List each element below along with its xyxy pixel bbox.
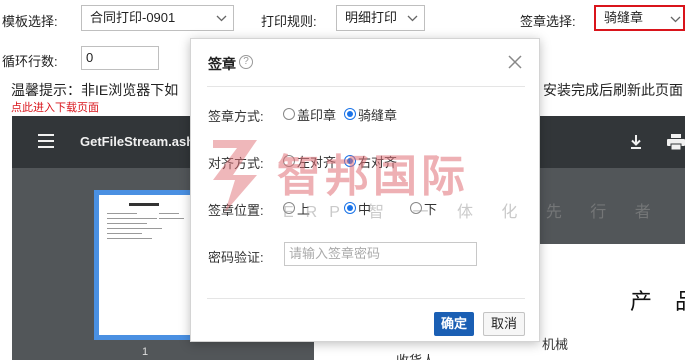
seal-select-label: 签章选择:	[520, 14, 576, 29]
seal-select-value: 骑缝章	[604, 10, 644, 25]
chevron-down-icon	[406, 6, 418, 30]
pdf-page-text: 机械	[542, 337, 569, 352]
cancel-button[interactable]: 取消	[483, 312, 525, 336]
help-icon[interactable]: ?	[239, 55, 253, 69]
pdf-file-title: GetFileStream.ash	[80, 134, 195, 149]
menu-icon[interactable]	[38, 134, 54, 148]
print-icon[interactable]	[666, 134, 685, 150]
template-select-value: 合同打印-0901	[90, 10, 176, 25]
password-label: 密码验证:	[208, 250, 264, 265]
page-thumbnail-number: 1	[142, 346, 149, 358]
notice-text-left: 温馨提示：非IE浏览器下如	[11, 82, 179, 98]
pdf-page-heading: 产 品	[630, 290, 685, 315]
notice-text-right: 安装完成后刷新此页面	[543, 82, 683, 98]
download-page-link[interactable]: 点此进入下载页面	[11, 99, 99, 115]
seal-select[interactable]: 骑缝章	[594, 5, 685, 31]
page-thumbnail[interactable]	[94, 190, 204, 340]
page-thumbnail-preview	[99, 195, 199, 335]
print-rule-label: 打印规则:	[261, 14, 317, 29]
print-rule-select[interactable]: 明细打印	[336, 5, 425, 31]
radio-label: 盖印章	[297, 107, 337, 123]
download-icon[interactable]	[628, 134, 644, 150]
loop-rows-input[interactable]: 0	[81, 46, 159, 70]
chevron-down-icon	[215, 6, 227, 30]
confirm-button[interactable]: 确定	[434, 312, 474, 336]
chevron-down-icon	[669, 7, 681, 31]
dialog-title: 签章	[208, 56, 236, 72]
close-icon[interactable]	[507, 54, 523, 70]
radio-button-icon	[344, 108, 356, 120]
watermark-slogan: ERP 智 一 体 化 先 行 者	[283, 204, 663, 221]
template-select[interactable]: 合同打印-0901	[81, 5, 234, 31]
loop-rows-label: 循环行数:	[2, 54, 58, 69]
watermark-text: 智邦国际	[277, 152, 469, 201]
divider	[207, 298, 525, 299]
watermark-logo-icon	[213, 140, 257, 212]
seal-password-input[interactable]: 请输入签章密码	[284, 242, 477, 266]
radio-perforation-seal[interactable]: 骑缝章	[344, 106, 398, 123]
template-select-label: 模板选择:	[2, 14, 58, 29]
pdf-page-text: 收货人	[396, 350, 435, 360]
radio-button-icon	[283, 108, 295, 120]
print-rule-value: 明细打印	[345, 10, 398, 25]
radio-label: 骑缝章	[358, 107, 398, 123]
radio-stamp-seal[interactable]: 盖印章	[283, 106, 337, 123]
divider	[207, 86, 525, 87]
seal-method-label: 签章方式:	[208, 109, 264, 124]
page-root: 模板选择: 合同打印-0901 打印规则: 明细打印 签章选择: 骑缝章 循环行…	[0, 0, 685, 360]
